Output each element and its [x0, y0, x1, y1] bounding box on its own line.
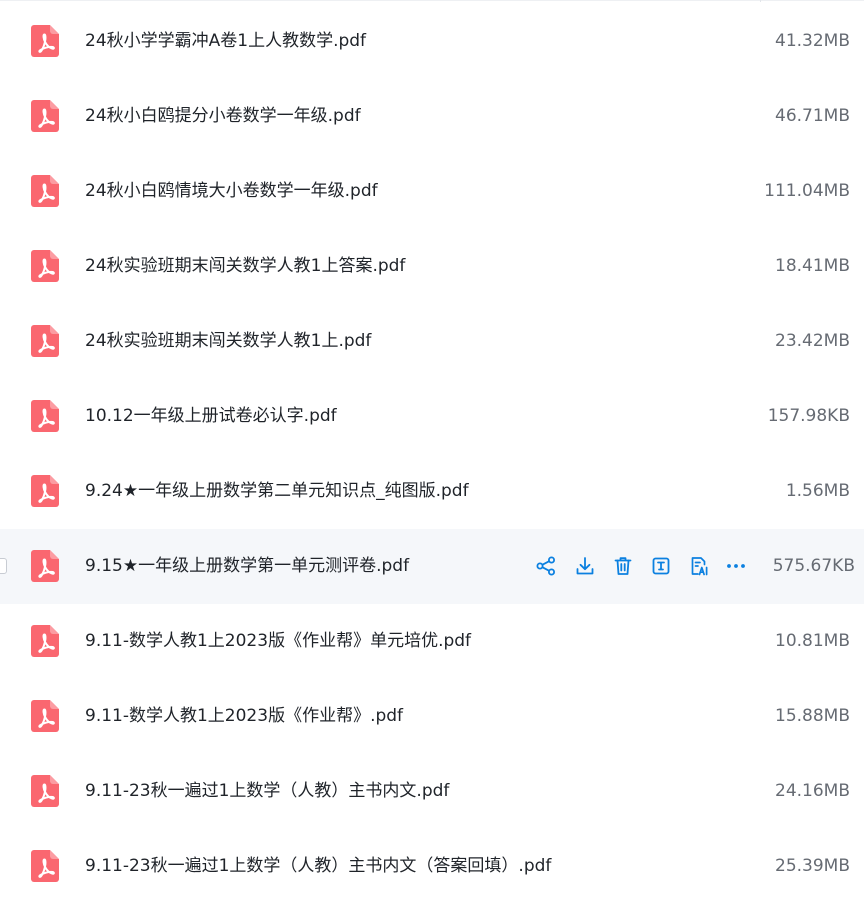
- file-name[interactable]: 24秋小白鸥提分小卷数学一年级.pdf: [85, 105, 361, 127]
- file-name[interactable]: 9.11-数学人教1上2023版《作业帮》.pdf: [85, 705, 403, 727]
- file-name[interactable]: 9.11-23秋一遍过1上数学（人教）主书内文.pdf: [85, 780, 449, 802]
- pdf-icon: [31, 625, 59, 657]
- file-size: 25.39MB: [775, 856, 850, 876]
- file-size: 23.42MB: [775, 331, 850, 351]
- file-size: 41.32MB: [775, 31, 850, 51]
- file-row[interactable]: 9.11-数学人教1上2023版《作业帮》.pdf 15.88MB: [0, 679, 864, 754]
- pdf-icon: [31, 250, 59, 282]
- file-list: 24秋小学学霸冲A卷1上人教数学.pdf 41.32MB 24秋小白鸥提分小卷数学一…: [0, 4, 864, 904]
- file-name[interactable]: 24秋实验班期末闯关数学人教1上.pdf: [85, 330, 371, 352]
- list-top-border: [0, 0, 864, 2]
- pdf-icon: [31, 175, 59, 207]
- file-size: 18.41MB: [775, 256, 850, 276]
- file-row[interactable]: 24秋实验班期末闯关数学人教1上答案.pdf 18.41MB: [0, 229, 864, 304]
- pdf-icon: [31, 850, 59, 882]
- file-row[interactable]: 24秋小白鸥情境大小卷数学一年级.pdf 111.04MB: [0, 154, 864, 229]
- file-row[interactable]: 9.11-数学人教1上2023版《作业帮》单元培优.pdf 10.81MB: [0, 604, 864, 679]
- pdf-icon: [31, 475, 59, 507]
- file-size: 46.71MB: [775, 106, 850, 126]
- row-checkbox[interactable]: [0, 558, 7, 574]
- file-size: 15.88MB: [775, 706, 850, 726]
- file-row[interactable]: 24秋实验班期末闯关数学人教1上.pdf 23.42MB: [0, 304, 864, 379]
- delete-icon[interactable]: [611, 553, 635, 579]
- file-name[interactable]: 9.11-23秋一遍过1上数学（人教）主书内文（答案回填）.pdf: [85, 855, 551, 877]
- file-name[interactable]: 9.11-数学人教1上2023版《作业帮》单元培优.pdf: [85, 630, 471, 652]
- pdf-icon: [31, 25, 59, 57]
- file-size: 1.56MB: [785, 481, 850, 501]
- file-size: 10.81MB: [775, 631, 850, 651]
- file-size: 24.16MB: [775, 781, 850, 801]
- file-row[interactable]: 9.11-23秋一遍过1上数学（人教）主书内文（答案回填）.pdf 25.39MB: [0, 829, 864, 904]
- file-name[interactable]: 9.15★一年级上册数学第一单元测评卷.pdf: [85, 555, 409, 577]
- pdf-icon: [31, 100, 59, 132]
- file-size: 157.98KB: [767, 406, 850, 426]
- pdf-icon: [31, 700, 59, 732]
- pdf-icon: [31, 325, 59, 357]
- file-size: 575.67KB: [772, 556, 855, 576]
- file-row[interactable]: 9.15★一年级上册数学第一单元测评卷.pdf 575.67KB: [0, 529, 864, 604]
- share-icon[interactable]: [534, 553, 558, 579]
- file-name[interactable]: 24秋小学学霸冲A卷1上人教数学.pdf: [85, 30, 366, 52]
- file-row[interactable]: 9.11-23秋一遍过1上数学（人教）主书内文.pdf 24.16MB: [0, 754, 864, 829]
- file-name[interactable]: 10.12一年级上册试卷必认字.pdf: [85, 405, 337, 427]
- pdf-icon: [31, 400, 59, 432]
- file-row[interactable]: 10.12一年级上册试卷必认字.pdf 157.98KB: [0, 379, 864, 454]
- file-size: 111.04MB: [764, 181, 850, 201]
- download-icon[interactable]: [573, 553, 597, 579]
- file-name[interactable]: 24秋实验班期末闯关数学人教1上答案.pdf: [85, 255, 405, 277]
- file-name[interactable]: 24秋小白鸥情境大小卷数学一年级.pdf: [85, 180, 378, 202]
- pdf-icon: [31, 550, 59, 582]
- file-row[interactable]: 24秋小学学霸冲A卷1上人教数学.pdf 41.32MB: [0, 4, 864, 79]
- pdf-icon: [31, 775, 59, 807]
- ai-document-icon[interactable]: [687, 553, 711, 579]
- text-extract-icon[interactable]: [649, 553, 673, 579]
- file-name[interactable]: 9.24★一年级上册数学第二单元知识点_纯图版.pdf: [85, 480, 469, 502]
- file-row[interactable]: 9.24★一年级上册数学第二单元知识点_纯图版.pdf 1.56MB: [0, 454, 864, 529]
- file-row[interactable]: 24秋小白鸥提分小卷数学一年级.pdf 46.71MB: [0, 79, 864, 154]
- more-icon[interactable]: [724, 553, 748, 579]
